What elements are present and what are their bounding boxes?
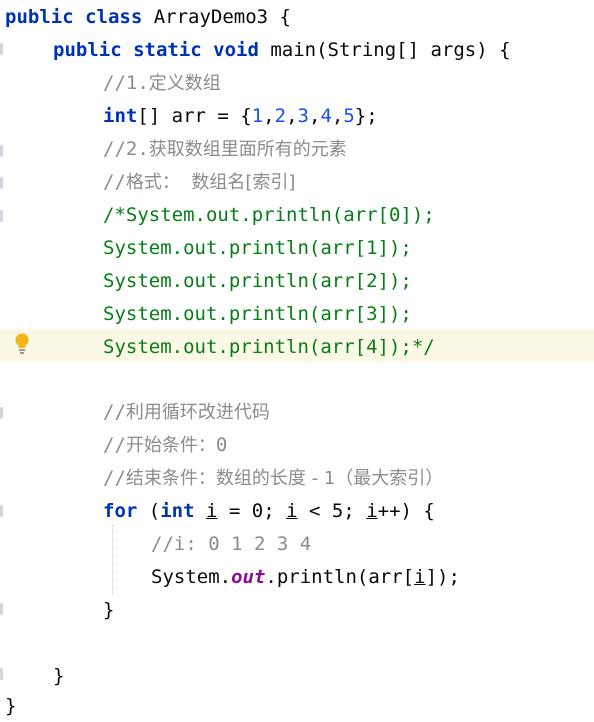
comma: , xyxy=(331,105,344,127)
code-line-block-comment[interactable]: System.out.println(arr[4]);*/ xyxy=(103,331,435,363)
code-line-block-comment[interactable]: System.out.println(arr[2]); xyxy=(103,265,412,297)
code-line-block-comment[interactable]: System.out.println(arr[3]); xyxy=(103,298,412,330)
code-line-main-decl[interactable]: public static void main(String[] args) { xyxy=(53,34,511,66)
comment-value: 0 xyxy=(215,434,228,456)
fold-marker[interactable] xyxy=(0,505,3,517)
code-line-block-comment[interactable]: System.out.println(arr[1]); xyxy=(103,232,412,264)
code-line-close-main[interactable]: } xyxy=(53,660,64,692)
number-literal: 4 xyxy=(320,105,332,127)
code-line-comment-get[interactable]: //2.获取数组里面所有的元素 xyxy=(103,133,347,165)
code-line-close-class[interactable]: } xyxy=(5,690,16,722)
code-line-comment-i[interactable]: //i: 0 1 2 3 4 xyxy=(151,528,311,560)
code-line-class-decl[interactable]: public class ArrayDemo3 { xyxy=(5,1,291,33)
code-line-comment-define[interactable]: //1.定义数组 xyxy=(103,67,221,99)
code-text: < 5; xyxy=(297,500,367,522)
code-line-close-for[interactable]: } xyxy=(103,594,114,626)
fold-marker[interactable] xyxy=(0,177,3,189)
static-field: out xyxy=(231,566,266,588)
comment-prefix: //2. xyxy=(103,138,149,160)
code-editor[interactable]: public class ArrayDemo3 { public static … xyxy=(0,0,594,717)
keyword: public class xyxy=(5,6,143,28)
code-text: = 0; xyxy=(217,500,287,522)
number-literal: 1 xyxy=(251,105,264,127)
comma: , xyxy=(308,105,321,127)
code-line-for-loop[interactable]: for (int i = 0; i < 5; i++) { xyxy=(103,495,435,527)
code-text: ++) { xyxy=(377,500,435,522)
code-line-array-decl[interactable]: int[] arr = {1,2,3,4,5}; xyxy=(103,100,378,132)
code-text: .println(arr[ xyxy=(265,566,415,588)
class-name: ArrayDemo3 { xyxy=(142,6,291,28)
number-literal: 2 xyxy=(274,105,287,127)
number-literal: 3 xyxy=(297,105,309,127)
fold-marker[interactable] xyxy=(0,407,3,419)
keyword: public static void xyxy=(53,39,259,61)
code-line-comment-format[interactable]: //格式： 数组名[索引] xyxy=(103,166,295,198)
comment-text: 结束条件：数组的长度 - 1（最大索引） xyxy=(125,468,444,489)
comment-prefix: // xyxy=(103,171,126,193)
code-text: }; xyxy=(354,105,378,127)
indent-guide xyxy=(112,525,113,595)
method-signature: main(String[] args) { xyxy=(258,39,511,61)
lightbulb-icon[interactable] xyxy=(12,332,32,356)
fold-marker[interactable] xyxy=(0,145,3,157)
fold-marker[interactable] xyxy=(0,603,3,615)
comment-text: 开始条件： xyxy=(125,435,216,456)
comment-prefix: //1. xyxy=(103,72,149,94)
keyword: for xyxy=(103,500,138,522)
comment-prefix: // xyxy=(103,467,126,489)
fold-marker[interactable] xyxy=(0,668,3,680)
code-line-comment-loop[interactable]: //利用循环改进代码 xyxy=(103,396,270,428)
comment-prefix: // xyxy=(103,401,126,423)
comment-text: 定义数组 xyxy=(148,73,221,94)
code-text: ( xyxy=(137,500,161,522)
code-line-print[interactable]: System.out.println(arr[i]); xyxy=(151,561,460,593)
comment-text: 获取数组里面所有的元素 xyxy=(148,139,347,160)
comma: , xyxy=(263,105,275,127)
fold-marker[interactable] xyxy=(0,43,3,55)
comma: , xyxy=(286,105,298,127)
fold-marker[interactable] xyxy=(0,210,3,222)
code-line-comment-end[interactable]: //结束条件：数组的长度 - 1（最大索引） xyxy=(103,462,443,494)
code-line-block-comment[interactable]: /*System.out.println(arr[0]); xyxy=(103,199,435,231)
comment-text: 利用循环改进代码 xyxy=(125,402,270,423)
comment-text: 格式： 数组名[索引] xyxy=(125,172,296,193)
loop-variable: i xyxy=(286,500,298,522)
code-text: ]); xyxy=(425,566,460,588)
keyword: int xyxy=(103,105,138,127)
loop-variable: i xyxy=(414,566,426,588)
comment-prefix: // xyxy=(103,434,126,456)
number-literal: 5 xyxy=(343,105,355,127)
code-text: System. xyxy=(151,566,232,588)
code-text: [] arr = { xyxy=(137,105,252,127)
code-line-comment-start[interactable]: //开始条件：0 xyxy=(103,429,227,461)
keyword: int xyxy=(160,500,195,522)
loop-variable: i xyxy=(366,500,378,522)
loop-variable: i xyxy=(206,500,218,522)
